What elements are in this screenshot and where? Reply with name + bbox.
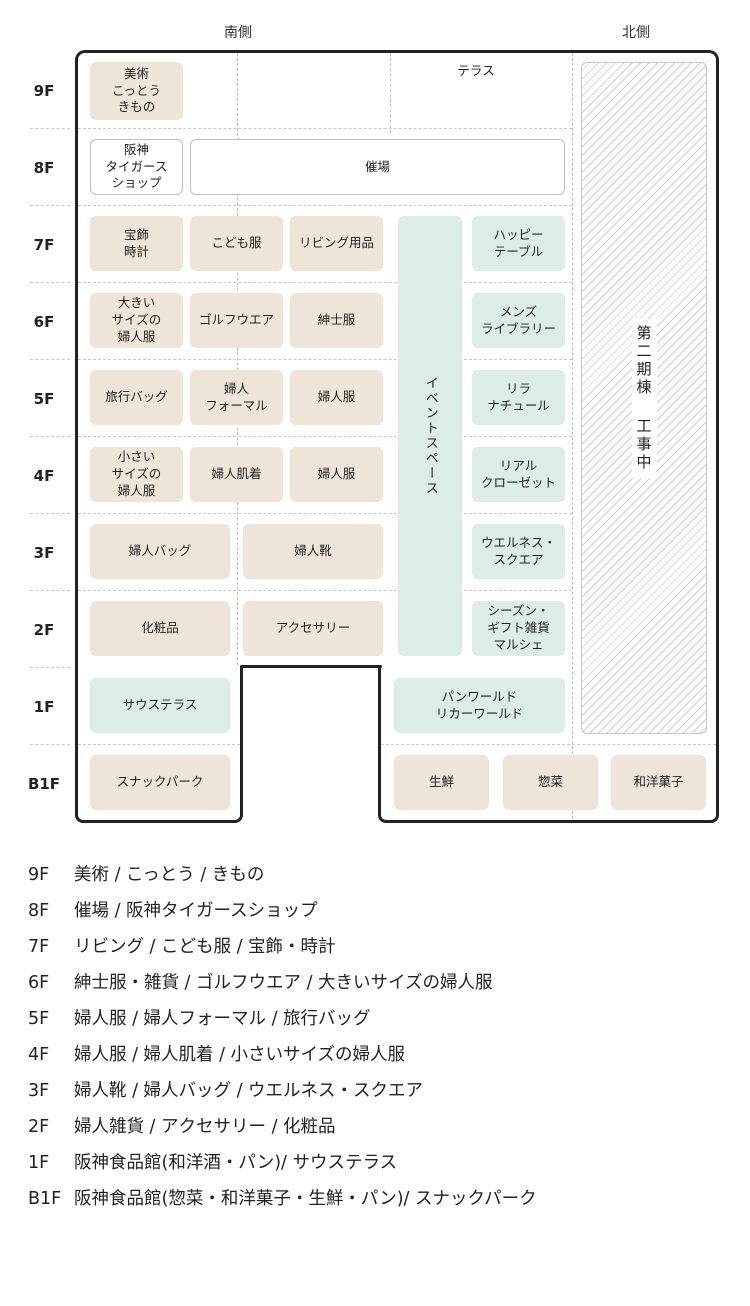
shop-event-hall[interactable]: 催場 <box>190 139 565 195</box>
legend-text: 美術 / こっとう / きもの <box>74 865 265 885</box>
floor-separator <box>30 282 70 283</box>
floor-separator <box>30 513 70 514</box>
legend-row-9f: 9F 美術 / こっとう / きもの <box>28 861 264 886</box>
floor-label-b1f: B1F <box>27 775 61 793</box>
legend-row-b1f: B1F 阪神食品館(惣菜・和洋菓子・生鮮・パン)/ スナックパーク <box>28 1185 537 1210</box>
floor-label-9f: 9F <box>33 82 55 100</box>
legend-text: 阪神食品館(惣菜・和洋菓子・生鮮・パン)/ スナックパーク <box>74 1189 537 1209</box>
floor-separator <box>78 744 240 745</box>
floor-label-1f: 1F <box>33 698 55 716</box>
shop-jewelry-watch[interactable]: 宝飾 時計 <box>90 216 183 271</box>
floor-separator <box>78 359 572 360</box>
second-building-construction: 第二期棟 工事中 <box>581 62 707 734</box>
floor-label-3f: 3F <box>33 544 55 562</box>
north-side-label: 北側 <box>622 25 650 41</box>
shop-pan-liquor-world[interactable]: パンワールド リカーワールド <box>394 678 565 733</box>
legend-text: 紳士服・雑貨 / ゴルフウエア / 大きいサイズの婦人服 <box>74 973 493 993</box>
legend-floor: 8F <box>28 901 50 921</box>
shop-large-size-women[interactable]: 大きい サイズの 婦人服 <box>90 293 183 348</box>
legend-floor: 7F <box>28 937 50 957</box>
legend-text: 催場 / 阪神タイガースショップ <box>74 901 318 921</box>
legend-text: 阪神食品館(和洋酒・パン)/ サウステラス <box>74 1153 398 1173</box>
shop-art-antique-kimono[interactable]: 美術 こっとう きもの <box>90 62 183 120</box>
floor-separator <box>381 744 716 745</box>
floor-separator <box>30 667 70 668</box>
legend-floor: 1F <box>28 1153 50 1173</box>
legend-row-6f: 6F 紳士服・雑貨 / ゴルフウエア / 大きいサイズの婦人服 <box>28 969 493 994</box>
shop-relax-nature[interactable]: リラ ナチュール <box>472 370 565 425</box>
legend-row-1f: 1F 阪神食品館(和洋酒・パン)/ サウステラス <box>28 1149 397 1174</box>
south-side-label: 南側 <box>224 25 252 41</box>
notch-mask <box>244 668 377 828</box>
event-space[interactable]: イベントスペース <box>398 216 462 656</box>
shop-mens-wear[interactable]: 紳士服 <box>290 293 383 348</box>
shop-hanshin-tigers[interactable]: 阪神 タイガース ショップ <box>90 139 183 195</box>
legend-row-3f: 3F 婦人靴 / 婦人バッグ / ウエルネス・スクエア <box>28 1077 423 1102</box>
floor-label-7f: 7F <box>33 236 55 254</box>
floor-label-4f: 4F <box>33 467 55 485</box>
shop-fresh-food[interactable]: 生鮮 <box>394 755 489 810</box>
legend-floor: 3F <box>28 1081 50 1101</box>
shop-accessory[interactable]: アクセサリー <box>243 601 383 656</box>
shop-sweets[interactable]: 和洋菓子 <box>611 755 706 810</box>
legend-text: 婦人雑貨 / アクセサリー / 化粧品 <box>74 1117 336 1137</box>
legend-floor: 5F <box>28 1009 50 1029</box>
shop-women-bag[interactable]: 婦人バッグ <box>90 524 230 579</box>
shop-women-wear-4f[interactable]: 婦人服 <box>290 447 383 502</box>
legend-row-5f: 5F 婦人服 / 婦人フォーマル / 旅行バッグ <box>28 1005 371 1030</box>
legend-floor: 6F <box>28 973 50 993</box>
floor-separator <box>30 744 70 745</box>
shop-wellness-square[interactable]: ウエルネス・ スクエア <box>472 524 565 579</box>
legend-text: リビング / こども服 / 宝飾・時計 <box>74 937 336 957</box>
floor-label-8f: 8F <box>33 159 55 177</box>
shop-women-wear-5f[interactable]: 婦人服 <box>290 370 383 425</box>
shop-women-lingerie[interactable]: 婦人肌着 <box>190 447 283 502</box>
construction-label: 第二期棟 工事中 <box>631 318 657 478</box>
shop-women-shoes[interactable]: 婦人靴 <box>243 524 383 579</box>
floor-separator <box>78 590 572 591</box>
floor-separator <box>78 436 572 437</box>
shop-golf-wear[interactable]: ゴルフウエア <box>190 293 283 348</box>
floor-separator <box>78 128 572 129</box>
shop-living[interactable]: リビング用品 <box>290 216 383 271</box>
legend-floor: B1F <box>28 1189 62 1209</box>
floor-label-6f: 6F <box>33 313 55 331</box>
shop-women-formal[interactable]: 婦人 フォーマル <box>190 370 283 425</box>
shop-deli[interactable]: 惣菜 <box>503 755 598 810</box>
legend-floor: 4F <box>28 1045 50 1065</box>
legend-floor: 9F <box>28 865 50 885</box>
shop-season-gift-marche[interactable]: シーズン・ ギフト雑貨 マルシェ <box>472 601 565 656</box>
shop-snack-park[interactable]: スナックパーク <box>90 755 230 810</box>
floor-separator <box>78 282 572 283</box>
floor-separator <box>78 205 572 206</box>
legend-row-4f: 4F 婦人服 / 婦人肌着 / 小さいサイズの婦人服 <box>28 1041 405 1066</box>
floor-separator <box>30 436 70 437</box>
floor-separator <box>30 205 70 206</box>
floor-separator <box>30 359 70 360</box>
legend-text: 婦人靴 / 婦人バッグ / ウエルネス・スクエア <box>74 1081 424 1101</box>
floor-label-5f: 5F <box>33 390 55 408</box>
shop-mens-library[interactable]: メンズ ライブラリー <box>472 293 565 348</box>
shop-small-size-women[interactable]: 小さい サイズの 婦人服 <box>90 447 183 502</box>
legend-row-2f: 2F 婦人雑貨 / アクセサリー / 化粧品 <box>28 1113 336 1138</box>
legend-floor: 2F <box>28 1117 50 1137</box>
legend-text: 婦人服 / 婦人フォーマル / 旅行バッグ <box>74 1009 371 1029</box>
shop-kids-wear[interactable]: こども服 <box>190 216 283 271</box>
floor-separator <box>78 513 572 514</box>
legend-row-7f: 7F リビング / こども服 / 宝飾・時計 <box>28 933 336 958</box>
shop-real-closet[interactable]: リアル クローゼット <box>472 447 565 502</box>
floor-separator <box>30 590 70 591</box>
legend-text: 婦人服 / 婦人肌着 / 小さいサイズの婦人服 <box>74 1045 406 1065</box>
shop-travel-bag[interactable]: 旅行バッグ <box>90 370 183 425</box>
terrace-label: テラス <box>457 63 495 78</box>
floor-label-2f: 2F <box>33 621 55 639</box>
shop-cosmetics[interactable]: 化粧品 <box>90 601 230 656</box>
shop-south-terrace[interactable]: サウステラス <box>90 678 230 733</box>
floor-separator <box>30 128 70 129</box>
legend-row-8f: 8F 催場 / 阪神タイガースショップ <box>28 897 318 922</box>
shop-happy-table[interactable]: ハッピー テーブル <box>472 216 565 271</box>
column-guide <box>572 53 573 819</box>
